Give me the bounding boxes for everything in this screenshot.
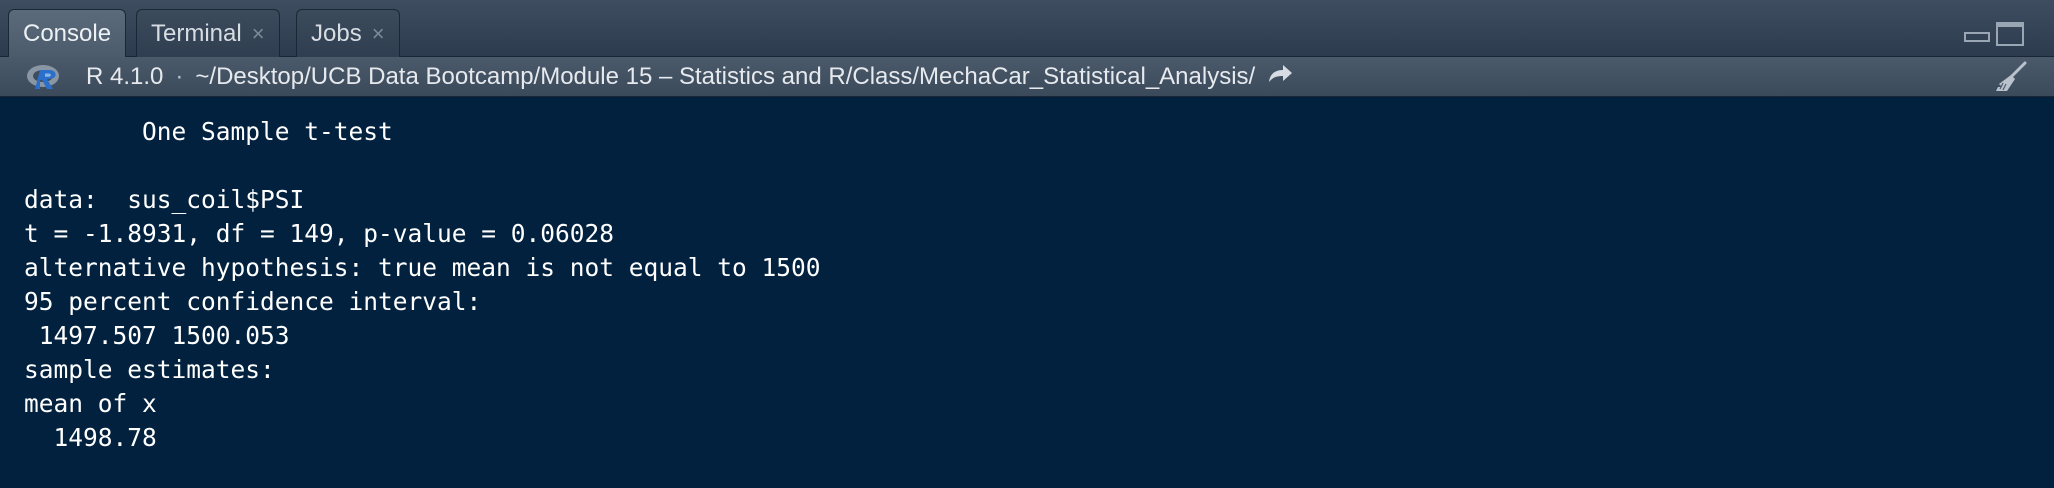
console-output[interactable]: One Sample t-test data: sus_coil$PSI t =… bbox=[0, 97, 2054, 488]
maximize-pane-icon[interactable] bbox=[1996, 22, 2024, 46]
console-line: alternative hypothesis: true mean is not… bbox=[24, 253, 821, 282]
close-icon[interactable]: × bbox=[372, 22, 385, 45]
tab-terminal[interactable]: Terminal × bbox=[136, 9, 280, 57]
console-line: One Sample t-test bbox=[24, 117, 393, 146]
tab-console[interactable]: Console bbox=[8, 9, 127, 57]
r-version-label: R 4.1.0 bbox=[86, 62, 164, 90]
path-separator: · bbox=[175, 62, 184, 90]
r-logo-icon bbox=[26, 63, 66, 91]
console-line: sample estimates: bbox=[24, 355, 275, 384]
broom-icon[interactable] bbox=[1994, 61, 2028, 100]
pane-window-controls bbox=[1964, 22, 2024, 46]
tab-jobs[interactable]: Jobs × bbox=[296, 9, 400, 57]
go-to-directory-icon[interactable] bbox=[1267, 63, 1293, 91]
tab-terminal-label: Terminal bbox=[151, 19, 242, 47]
console-line: mean of x bbox=[24, 389, 157, 418]
console-line: 95 percent confidence interval: bbox=[24, 287, 482, 316]
tab-jobs-label: Jobs bbox=[311, 19, 362, 47]
working-directory-path: ~/Desktop/UCB Data Bootcamp/Module 15 – … bbox=[195, 62, 1256, 90]
console-path-bar: R 4.1.0 · ~/Desktop/UCB Data Bootcamp/Mo… bbox=[0, 57, 2054, 97]
console-line: t = -1.8931, df = 149, p-value = 0.06028 bbox=[24, 219, 615, 248]
minimize-pane-icon[interactable] bbox=[1964, 32, 1990, 42]
pane-tab-bar: Console Terminal × Jobs × bbox=[0, 0, 2054, 57]
console-line: 1497.507 1500.053 bbox=[24, 321, 290, 350]
close-icon[interactable]: × bbox=[252, 22, 265, 45]
tab-console-label: Console bbox=[23, 19, 112, 47]
console-line: data: sus_coil$PSI bbox=[24, 185, 305, 214]
console-line: 1498.78 bbox=[24, 423, 157, 452]
